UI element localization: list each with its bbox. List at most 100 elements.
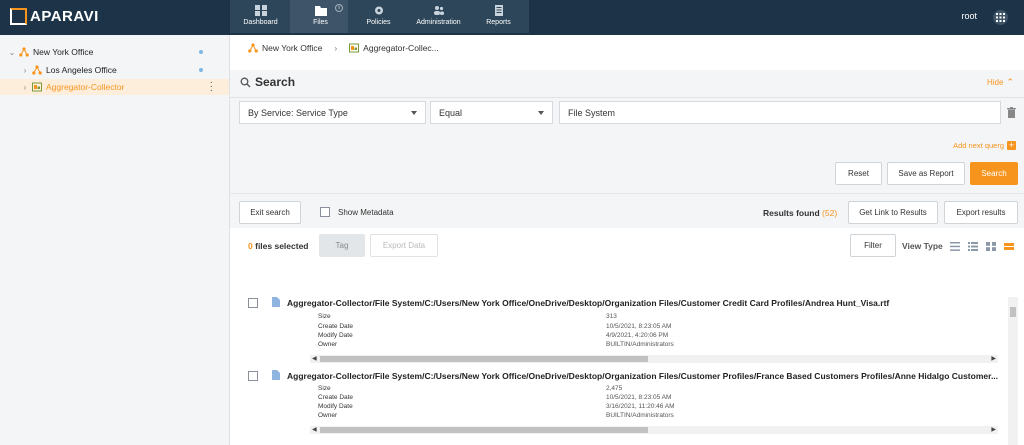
grid-view-icon[interactable] xyxy=(986,242,996,251)
nav-reports[interactable]: Reports xyxy=(468,0,529,33)
search-icon xyxy=(240,77,251,87)
scroll-right-icon[interactable]: ▶ xyxy=(991,355,996,362)
horizontal-scrollbar[interactable]: ◀ ▶ xyxy=(310,355,998,363)
meta-size: 313 xyxy=(606,313,617,320)
add-next-query-button[interactable]: Add next querg + xyxy=(953,141,1016,150)
row-checkbox[interactable] xyxy=(248,371,258,381)
nav-policies[interactable]: Policies xyxy=(348,0,409,33)
scrollbar-thumb[interactable] xyxy=(320,427,648,433)
result-path[interactable]: Aggregator-Collector/File System/C:/User… xyxy=(287,371,999,381)
app-logo[interactable]: APARAVI xyxy=(10,8,99,25)
hide-label: Hide xyxy=(987,78,1004,87)
detail-list-view-icon[interactable] xyxy=(968,242,978,251)
show-metadata-checkbox[interactable] xyxy=(320,207,330,217)
view-type-label: View Type xyxy=(902,241,943,251)
result-path[interactable]: Aggregator-Collector/File System/C:/User… xyxy=(287,298,999,308)
scrollbar-thumb[interactable] xyxy=(1010,307,1016,317)
files-selected-count: 0 xyxy=(248,241,253,251)
meta-owner: BUILTIN/Administrators xyxy=(606,341,674,348)
results-count: (52) xyxy=(822,208,838,218)
nav-label: Dashboard xyxy=(243,19,278,26)
user-name[interactable]: root xyxy=(961,11,977,21)
collector-icon xyxy=(32,82,42,92)
plus-icon: + xyxy=(1007,140,1016,150)
export-data-button[interactable]: Export Data xyxy=(370,234,438,257)
expanded-view-icon[interactable] xyxy=(1004,242,1014,251)
meta-label-modify-date: Modify Date xyxy=(318,403,353,410)
scrollbar-thumb[interactable] xyxy=(320,356,648,362)
vertical-scrollbar[interactable] xyxy=(1008,297,1018,445)
value-input-text: File System xyxy=(568,108,616,118)
search-heading: Search xyxy=(240,75,295,89)
logo-text: APARAVI xyxy=(30,8,99,25)
folder-icon xyxy=(314,6,327,16)
tree-item-aggregator-collector[interactable]: › Aggregator-Collector · · · xyxy=(0,78,229,96)
save-as-report-button[interactable]: Save as Report xyxy=(887,162,965,185)
operator-select-value: Equal xyxy=(439,108,463,118)
meta-owner: BUILTIN/Administrators xyxy=(606,412,674,419)
value-input[interactable]: File System xyxy=(559,101,1001,124)
app-launcher-button[interactable] xyxy=(993,10,1008,25)
trash-icon[interactable] xyxy=(1007,107,1016,118)
tree-item-label: Los Angeles Office xyxy=(46,65,117,75)
files-selected-label: files selected xyxy=(255,241,309,251)
meta-size: 2,475 xyxy=(606,385,623,392)
tree-item-label: New York Office xyxy=(33,47,94,57)
chevron-right-icon: › xyxy=(334,43,338,53)
get-link-button[interactable]: Get Link to Results xyxy=(848,201,938,224)
meta-label-create-date: Create Date xyxy=(318,394,354,401)
breadcrumb: New York Office › Aggregator-Collec... xyxy=(248,43,439,53)
hide-search-button[interactable]: Hide ⌃ xyxy=(987,77,1014,88)
nav-administration[interactable]: Administration xyxy=(408,0,469,33)
dashboard-icon xyxy=(254,5,267,16)
gear-icon xyxy=(374,6,383,15)
nav-files[interactable]: Files i xyxy=(290,0,351,33)
tree-item-label: Aggregator-Collector xyxy=(46,82,125,92)
breadcrumb-item[interactable]: Aggregator-Collec... xyxy=(363,43,439,53)
tree-item-new-york-office[interactable]: ⌄ New York Office xyxy=(0,44,229,60)
meta-label-owner: Owner xyxy=(318,412,338,419)
results-found: Results found (52) xyxy=(763,208,837,218)
add-query-label: Add next querg xyxy=(953,141,1004,150)
meta-label-owner: Owner xyxy=(318,341,338,348)
divider xyxy=(230,97,1024,98)
tree-item-los-angeles-office[interactable]: › Los Angeles Office xyxy=(0,62,229,78)
nav-label: Reports xyxy=(486,19,511,26)
list-view-icon[interactable] xyxy=(950,242,960,251)
result-row: Aggregator-Collector/File System/C:/User… xyxy=(230,297,1006,373)
meta-label-create-date: Create Date xyxy=(318,323,354,330)
operator-select[interactable]: Equal xyxy=(430,101,553,124)
field-select[interactable]: By Service: Service Type xyxy=(239,101,426,124)
info-icon[interactable]: i xyxy=(335,4,343,12)
report-icon xyxy=(494,5,503,16)
scroll-left-icon[interactable]: ◀ xyxy=(312,355,317,362)
meta-label-size: Size xyxy=(318,385,331,392)
sidebar-tree: ⌄ New York Office › Los Angeles Office ›… xyxy=(0,35,230,445)
status-dot xyxy=(199,68,203,72)
network-node-icon xyxy=(248,43,258,53)
exit-search-button[interactable]: Exit search xyxy=(239,201,301,224)
breadcrumb-item[interactable]: New York Office xyxy=(262,43,322,53)
horizontal-scrollbar[interactable]: ◀ ▶ xyxy=(310,426,998,434)
chevron-right-icon[interactable]: › xyxy=(21,66,29,75)
scroll-right-icon[interactable]: ▶ xyxy=(991,426,996,433)
nav-dashboard[interactable]: Dashboard xyxy=(230,0,291,33)
search-button[interactable]: Search xyxy=(970,162,1018,185)
chevron-down-icon[interactable]: ⌄ xyxy=(8,48,16,57)
tag-button[interactable]: Tag xyxy=(319,234,365,257)
more-vertical-icon[interactable]: · · · xyxy=(210,78,213,96)
chevron-right-icon[interactable]: › xyxy=(21,83,29,92)
reset-button[interactable]: Reset xyxy=(835,162,882,185)
scroll-left-icon[interactable]: ◀ xyxy=(312,426,317,433)
caret-down-icon xyxy=(538,111,544,115)
export-results-button[interactable]: Export results xyxy=(944,201,1018,224)
file-icon xyxy=(272,370,280,380)
network-node-icon xyxy=(32,65,42,75)
meta-modify-date: 4/9/2021, 4:20:06 PM xyxy=(606,332,669,339)
row-checkbox[interactable] xyxy=(248,298,258,308)
filter-button[interactable]: Filter xyxy=(850,234,896,257)
result-row: Aggregator-Collector/File System/C:/User… xyxy=(230,370,1006,445)
main-content: New York Office › Aggregator-Collec... S… xyxy=(230,35,1024,445)
field-select-value: By Service: Service Type xyxy=(248,108,348,118)
logo-mark-icon xyxy=(10,8,27,25)
